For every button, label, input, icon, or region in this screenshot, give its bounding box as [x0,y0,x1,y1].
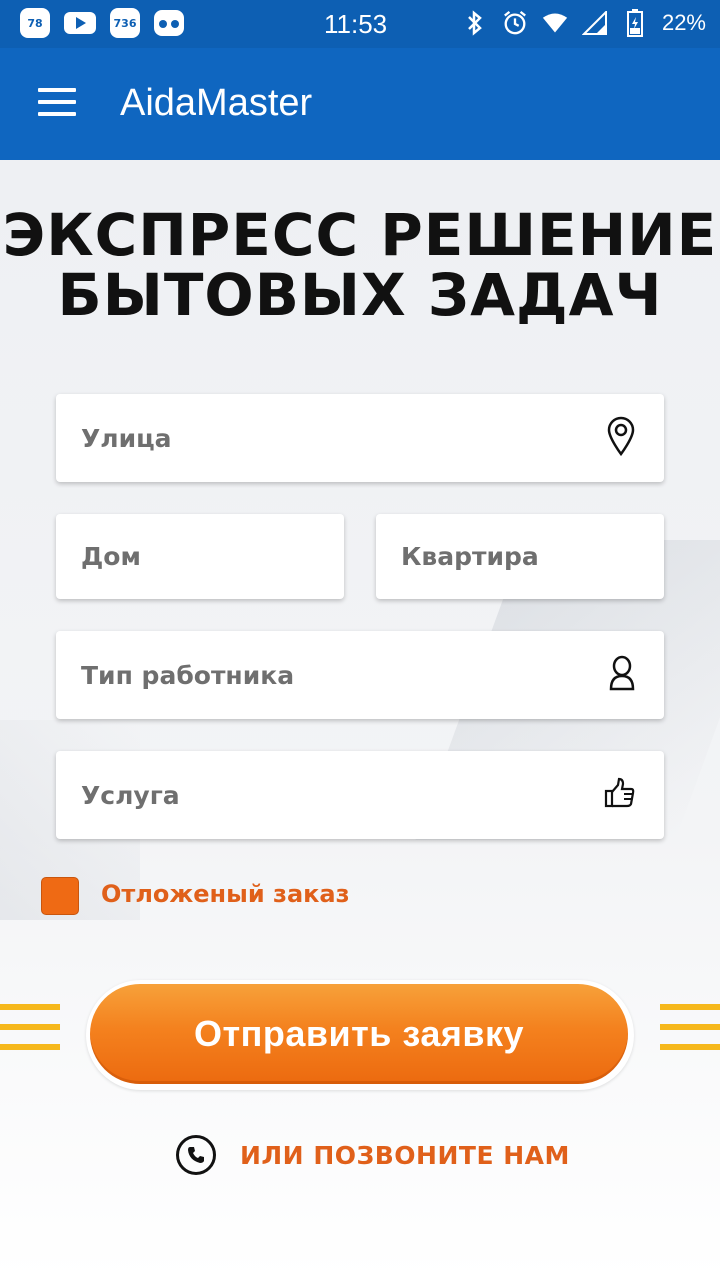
submit-request-button[interactable]: Отправить заявку [90,984,628,1084]
hamburger-menu-icon[interactable] [38,88,76,118]
location-pin-icon [606,416,636,460]
decorative-stripes-right [660,1004,720,1064]
thumbs-up-icon [604,777,636,813]
house-placeholder: Дом [81,542,141,571]
notification-icons: 78 736 [20,8,184,38]
notification-badge-icon: 736 [110,8,140,38]
phone-icon [176,1135,216,1175]
deferred-order-label[interactable]: Отложеный заказ [101,880,350,908]
headline-line-2: БЫТОВЫХ ЗАДАЧ [57,261,663,329]
street-placeholder: Улица [81,423,172,453]
worker-type-select[interactable]: Тип работника [56,631,664,719]
street-input[interactable]: Улица [56,394,664,482]
wifi-icon [542,10,568,36]
app-bar: AidaMaster [0,48,720,160]
alarm-icon [502,10,528,36]
headline: ЭКСПРЕСС РЕШЕНИЕ БЫТОВЫХ ЗАДАЧ [0,205,720,325]
signal-icon [581,10,608,36]
battery-level: 22% [661,10,706,35]
flat-input[interactable]: Квартира [376,514,664,599]
call-us-link[interactable]: ИЛИ ПОЗВОНИТЕ НАМ [176,1135,570,1175]
bluetooth-icon [462,10,488,36]
status-bar: 78 736 11:53 22% [0,0,720,48]
app-title: AidaMaster [120,82,313,124]
flat-placeholder: Квартира [401,542,539,571]
system-icons: 22% [462,9,706,37]
service-placeholder: Услуга [81,780,180,810]
youtube-icon [64,12,96,34]
house-input[interactable]: Дом [56,514,344,599]
headline-line-1: ЭКСПРЕСС РЕШЕНИЕ [2,201,718,269]
deferred-order-checkbox[interactable] [41,877,79,915]
robot-icon [154,10,184,36]
notification-badge-icon: 78 [20,8,50,38]
user-icon [608,655,636,695]
status-time: 11:53 [324,9,388,39]
service-select[interactable]: Услуга [56,751,664,839]
decorative-stripes-left [0,1004,60,1064]
worker-type-placeholder: Тип работника [81,660,295,690]
call-us-label: ИЛИ ПОЗВОНИТЕ НАМ [240,1140,570,1170]
battery-icon [622,9,648,37]
